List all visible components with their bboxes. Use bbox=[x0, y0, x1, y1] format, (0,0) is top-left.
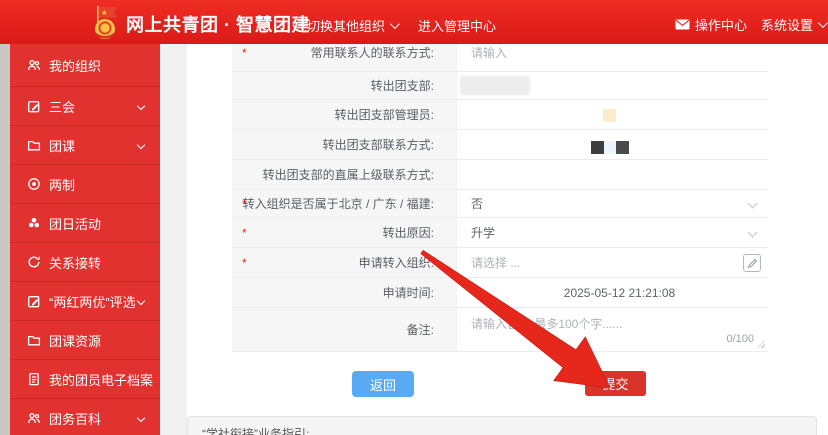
chevron-down-icon bbox=[137, 414, 145, 422]
resize-grip[interactable] bbox=[757, 340, 765, 348]
sidebar-item-league-day-activity[interactable]: 团日活动 bbox=[10, 204, 160, 243]
remarks-textarea[interactable]: 请输入备注,最多100个字...... 0/100 bbox=[456, 308, 768, 351]
folder-icon bbox=[27, 333, 41, 347]
envelope-icon bbox=[675, 19, 690, 30]
field-label: 申请转入组织: bbox=[359, 256, 434, 270]
row-remarks: 备注: 请输入备注,最多100个字...... 0/100 bbox=[232, 308, 768, 352]
superior-contact-value bbox=[456, 160, 768, 189]
out-branch-value bbox=[456, 72, 768, 99]
switch-organization-menu[interactable]: 切换其他组织 bbox=[307, 16, 397, 35]
out-branch-admin-value bbox=[456, 100, 768, 129]
target-organization-select[interactable]: 请选择 ... bbox=[456, 248, 768, 277]
row-target-organization: * 申请转入组织: 请选择 ... bbox=[232, 248, 768, 278]
enter-admin-center-link[interactable]: 进入管理中心 bbox=[418, 16, 496, 35]
row-out-branch: 转出团支部: bbox=[232, 72, 768, 100]
field-label: 转出团支部联系方式: bbox=[323, 138, 434, 152]
back-button[interactable]: 返回 bbox=[352, 371, 414, 397]
transfer-reason-dropdown[interactable]: 升学 bbox=[456, 218, 768, 247]
chevron-down-icon bbox=[137, 141, 145, 149]
field-label: 转入组织是否属于北京 / 广东 / 福建: bbox=[243, 197, 434, 211]
users-icon bbox=[27, 411, 41, 425]
sidebar-item-two-systems[interactable]: 两制 bbox=[10, 165, 160, 204]
doc-icon bbox=[27, 372, 41, 386]
app-window: 网上共青团 · 智慧团建 切换其他组织 进入管理中心 操作中心 系统设置 ? bbox=[0, 0, 828, 435]
apply-time-value: 2025-05-12 21:21:08 bbox=[456, 278, 768, 307]
business-guide-panel: “学社衔接”业务指引: bbox=[187, 416, 817, 435]
field-label: 常用联系人的联系方式: bbox=[311, 46, 434, 60]
row-out-branch-admin: 转出团支部管理员: bbox=[232, 100, 768, 130]
sidebar-item-relationship-transfer[interactable]: 关系接转 bbox=[10, 243, 160, 282]
sidebar-item-two-red-two-excellent[interactable]: “两红两优”评选 bbox=[10, 282, 160, 321]
required-marker: * bbox=[242, 248, 247, 278]
edit-icon bbox=[27, 294, 41, 308]
league-emblem-logo bbox=[86, 3, 124, 41]
sidebar-item-three-meetings[interactable]: 三会 bbox=[10, 87, 160, 126]
folder-icon bbox=[27, 138, 41, 152]
content-gutter bbox=[160, 44, 187, 435]
sidebar-item-league-class[interactable]: 团课 bbox=[10, 126, 160, 165]
chevron-down-icon bbox=[390, 19, 400, 29]
region-select-dropdown[interactable]: 否 bbox=[456, 190, 768, 217]
redacted-text-block bbox=[603, 109, 616, 122]
guide-title: “学社衔接”业务指引: bbox=[202, 427, 309, 435]
app-header: 网上共青团 · 智慧团建 切换其他组织 进入管理中心 操作中心 系统设置 ? bbox=[0, 0, 828, 44]
transfer-form: * 常用联系人的联系方式: 请输入 转出团支部: 转出团支部管理员: 转出团支部… bbox=[232, 34, 768, 352]
edit-organization-button[interactable] bbox=[743, 254, 761, 272]
field-label: 申请时间: bbox=[383, 286, 434, 300]
sidebar-nav: 我的组织 三会 团课 两制 团日活动 关系接转 “两红两优”评选 bbox=[10, 44, 160, 435]
pencil-icon bbox=[747, 258, 758, 269]
page-title: 网上共青团 · 智慧团建 bbox=[126, 11, 310, 37]
redacted-text-block bbox=[591, 141, 629, 154]
field-label: 备注: bbox=[407, 323, 434, 337]
row-out-branch-contact: 转出团支部联系方式: bbox=[232, 130, 768, 160]
required-marker: * bbox=[242, 218, 247, 248]
users-icon bbox=[27, 58, 41, 72]
submit-button[interactable]: 提交 bbox=[585, 371, 646, 396]
field-label: 转出原因: bbox=[383, 226, 434, 240]
system-settings-menu[interactable]: 系统设置 bbox=[761, 15, 825, 34]
row-region-select: * 转入组织是否属于北京 / 广东 / 福建: 否 bbox=[232, 190, 768, 218]
chevron-down-icon bbox=[137, 297, 145, 305]
sidebar-item-class-resources[interactable]: 团课资源 bbox=[10, 321, 160, 360]
row-superior-contact: 转出团支部的直属上级联系方式: bbox=[232, 160, 768, 190]
left-edge-strip bbox=[0, 44, 10, 435]
edit-icon bbox=[27, 99, 41, 113]
target-icon bbox=[27, 177, 41, 191]
field-label: 转出团支部管理员: bbox=[335, 108, 434, 122]
sync-icon bbox=[27, 255, 41, 269]
sidebar-item-league-encyclopedia[interactable]: 团务百科 bbox=[10, 399, 160, 435]
sidebar-item-member-archive[interactable]: 我的团员电子档案 bbox=[10, 360, 160, 399]
clover-icon bbox=[27, 216, 41, 230]
sidebar-item-my-organization[interactable]: 我的组织 bbox=[10, 44, 160, 87]
char-counter: 0/100 bbox=[726, 333, 754, 345]
field-label: 转出团支部的直属上级联系方式: bbox=[263, 168, 434, 182]
row-transfer-reason: * 转出原因: 升学 bbox=[232, 218, 768, 248]
chevron-down-icon bbox=[748, 228, 758, 238]
redacted-text-block bbox=[460, 76, 530, 95]
field-label: 转出团支部: bbox=[371, 79, 434, 93]
chevron-down-icon bbox=[748, 199, 758, 209]
required-marker: * bbox=[242, 190, 247, 218]
chevron-down-icon bbox=[137, 102, 145, 110]
out-branch-contact-value bbox=[456, 130, 768, 159]
action-center-link[interactable]: 操作中心 bbox=[675, 15, 747, 34]
chevron-down-icon bbox=[818, 18, 828, 28]
row-apply-time: 申请时间: 2025-05-12 21:21:08 bbox=[232, 278, 768, 308]
